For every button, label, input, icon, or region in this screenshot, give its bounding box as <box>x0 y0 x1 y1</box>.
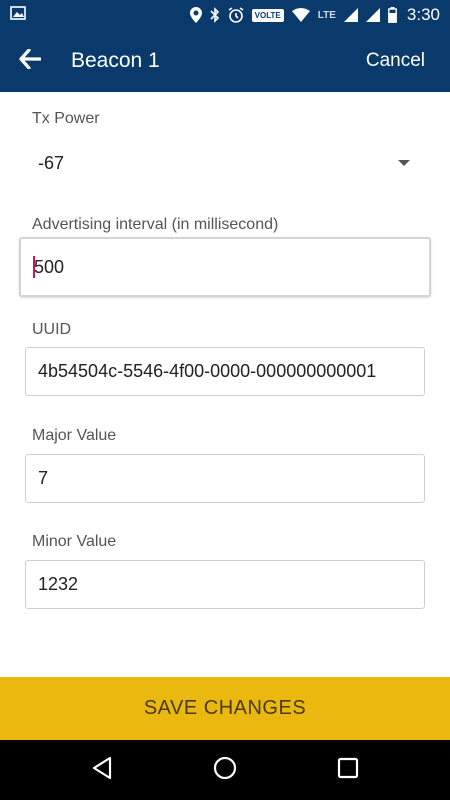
advertising-interval-input[interactable]: 500 <box>19 237 431 297</box>
major-value-label: Major Value <box>32 427 117 444</box>
page-title: Beacon 1 <box>71 49 160 72</box>
advertising-interval-label: Advertising interval (in millisecond) <box>32 216 279 233</box>
alarm-icon <box>228 7 244 23</box>
uuid-value: 4b54504c-5546-4f00-0000-000000000001 <box>38 361 377 381</box>
uuid-input[interactable]: 4b54504c-5546-4f00-0000-000000000001 <box>25 347 425 396</box>
beacon-form: Tx Power -67 Advertising interval (in mi… <box>0 92 450 677</box>
signal-icon <box>343 8 358 22</box>
wifi-icon <box>291 8 310 22</box>
image-notification-icon <box>10 5 26 25</box>
signal-icon <box>365 8 380 22</box>
dropdown-arrow-icon <box>398 160 410 166</box>
major-value: 7 <box>38 468 49 488</box>
major-value-input[interactable]: 7 <box>25 454 425 503</box>
advertising-interval-value: 500 <box>34 256 65 277</box>
back-button[interactable] <box>0 30 60 92</box>
bluetooth-icon <box>210 7 220 23</box>
system-nav-bar <box>0 740 450 800</box>
battery-icon <box>388 7 397 23</box>
circle-home-icon <box>213 756 237 785</box>
location-icon <box>189 7 202 23</box>
minor-value-label: Minor Value <box>32 533 117 550</box>
lte-label: LTE <box>317 9 336 21</box>
status-bar: VOLTE LTE 3:30 <box>0 0 450 30</box>
minor-value-input[interactable]: 1232 <box>25 560 425 609</box>
status-bar-right: VOLTE LTE 3:30 <box>189 5 440 25</box>
app-bar: Beacon 1 Cancel <box>0 30 450 92</box>
nav-home-button[interactable] <box>205 750 245 790</box>
nav-recents-button[interactable] <box>328 750 368 790</box>
tx-power-label: Tx Power <box>32 110 100 127</box>
nav-back-button[interactable] <box>82 750 122 790</box>
clock: 3:30 <box>406 5 440 24</box>
tx-power-value: -67 <box>38 152 65 173</box>
triangle-back-icon <box>91 756 113 785</box>
status-bar-left <box>10 5 26 25</box>
minor-value: 1232 <box>38 574 79 594</box>
save-changes-button[interactable]: SAVE CHANGES <box>0 677 450 740</box>
arrow-left-icon <box>19 47 42 74</box>
volte-badge: VOLTE <box>251 8 284 22</box>
tx-power-dropdown[interactable]: -67 <box>38 148 418 178</box>
cancel-button[interactable]: Cancel <box>356 50 450 72</box>
square-recents-icon <box>337 757 359 784</box>
uuid-label: UUID <box>32 321 72 338</box>
